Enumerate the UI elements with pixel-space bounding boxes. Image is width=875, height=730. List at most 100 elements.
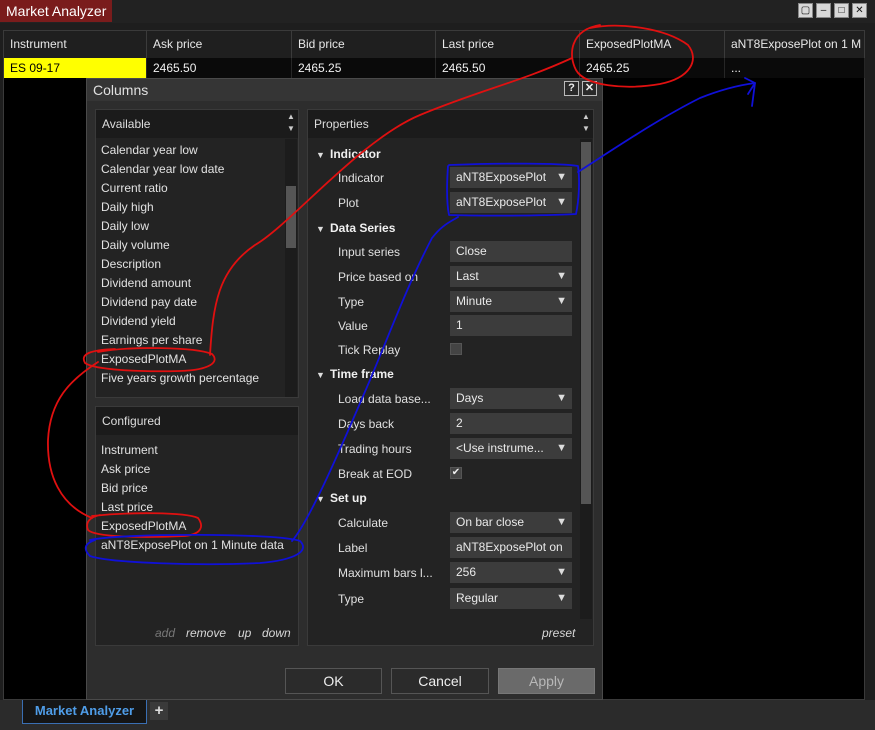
collapse-triangle-icon[interactable]: ▼ xyxy=(316,219,330,239)
chevron-down-icon: ▼ xyxy=(556,295,567,307)
available-item[interactable]: Description xyxy=(101,255,161,274)
maximum-bars-select[interactable]: 256 ▼ xyxy=(450,562,572,583)
available-header: Available xyxy=(96,110,298,138)
trading-hours-select[interactable]: <Use instrume... ▼ xyxy=(450,438,572,459)
column-header-instrument[interactable]: Instrument xyxy=(4,31,147,58)
prop-label-break-eod: Break at EOD xyxy=(338,467,413,481)
section-title: Set up xyxy=(330,491,367,505)
available-scrollbar[interactable] xyxy=(285,139,297,397)
cancel-button[interactable]: Cancel xyxy=(391,668,489,694)
days-back-field[interactable]: 2 xyxy=(450,413,572,434)
column-header-ask[interactable]: Ask price xyxy=(147,31,292,58)
column-header-ant8exposeplot[interactable]: aNT8ExposePlot on 1 M xyxy=(725,31,865,58)
available-item[interactable]: Current ratio xyxy=(101,179,168,198)
collapse-triangle-icon[interactable]: ▼ xyxy=(316,489,330,509)
column-header-exposedplotma[interactable]: ExposedPlotMA xyxy=(580,31,725,58)
available-item[interactable]: Dividend amount xyxy=(101,274,191,293)
section-indicator[interactable]: ▼ Indicator xyxy=(316,144,381,164)
section-set-up[interactable]: ▼ Set up xyxy=(316,488,367,508)
close-button[interactable]: ✕ xyxy=(852,3,867,18)
scroll-up-icon[interactable]: ▲ xyxy=(285,112,297,122)
cell-ask[interactable]: 2465.50 xyxy=(147,58,292,78)
input-series-field[interactable]: Close xyxy=(450,241,572,262)
column-header-last[interactable]: Last price xyxy=(436,31,580,58)
available-item-exposedplotma[interactable]: ExposedPlotMA xyxy=(101,350,186,369)
tab-market-analyzer[interactable]: Market Analyzer xyxy=(22,700,147,724)
tick-replay-checkbox[interactable] xyxy=(450,343,462,355)
prop-label-label: Label xyxy=(338,541,368,555)
add-tab-button[interactable]: + xyxy=(150,702,168,720)
title-bar xyxy=(0,0,875,23)
price-based-on-value: Last xyxy=(456,269,479,283)
column-header-bid[interactable]: Bid price xyxy=(292,31,436,58)
minimize-button[interactable]: – xyxy=(816,3,831,18)
indicator-select[interactable]: aNT8ExposePlot ▼ xyxy=(450,167,572,188)
props-scroll-down-icon[interactable]: ▼ xyxy=(580,124,592,134)
setup-type-value: Regular xyxy=(456,591,499,605)
help-button[interactable]: ? xyxy=(564,81,579,96)
section-title: Time frame xyxy=(330,367,394,381)
load-data-value: Days xyxy=(456,391,484,405)
setup-type-select[interactable]: Regular ▼ xyxy=(450,588,572,609)
section-time-frame[interactable]: ▼ Time frame xyxy=(316,364,394,384)
dialog-title: Columns xyxy=(87,79,602,101)
available-item[interactable]: Daily volume xyxy=(101,236,170,255)
cell-last[interactable]: 2465.50 xyxy=(436,58,580,78)
chevron-down-icon: ▼ xyxy=(556,171,567,183)
plot-select[interactable]: aNT8ExposePlot ▼ xyxy=(450,192,572,213)
configured-item[interactable]: Last price xyxy=(101,498,153,517)
cell-exposedplotma[interactable]: 2465.25 xyxy=(580,58,725,78)
break-eod-checkbox[interactable]: ✔ xyxy=(450,467,462,479)
configured-item-exposedplotma[interactable]: ExposedPlotMA xyxy=(101,517,186,536)
available-item[interactable]: Dividend pay date xyxy=(101,293,197,312)
chevron-down-icon: ▼ xyxy=(556,442,567,454)
available-item[interactable]: Daily low xyxy=(101,217,149,236)
trading-hours-value: <Use instrume... xyxy=(456,441,544,455)
calculate-select[interactable]: On bar close ▼ xyxy=(450,512,572,533)
available-item[interactable]: Calendar year low xyxy=(101,141,198,160)
up-link[interactable]: up xyxy=(238,626,251,640)
available-item[interactable]: Dividend yield xyxy=(101,312,176,331)
price-based-on-select[interactable]: Last ▼ xyxy=(450,266,572,287)
scroll-down-icon[interactable]: ▼ xyxy=(285,124,297,134)
available-item[interactable]: Five years growth percentage xyxy=(101,369,259,388)
down-link[interactable]: down xyxy=(262,626,291,640)
properties-scroll-thumb[interactable] xyxy=(581,142,591,504)
prop-label-plot: Plot xyxy=(338,196,359,210)
cell-ant8exposeplot[interactable]: ... xyxy=(725,58,865,78)
restore-icon[interactable]: ▢ xyxy=(798,3,813,18)
series-value-field[interactable]: 1 xyxy=(450,315,572,336)
collapse-triangle-icon[interactable]: ▼ xyxy=(316,365,330,385)
remove-link[interactable]: remove xyxy=(186,626,226,640)
configured-item[interactable]: Instrument xyxy=(101,441,158,460)
configured-item[interactable]: Bid price xyxy=(101,479,148,498)
series-type-select[interactable]: Minute ▼ xyxy=(450,291,572,312)
available-item[interactable]: Earnings per share xyxy=(101,331,202,350)
maximize-button[interactable]: □ xyxy=(834,3,849,18)
available-item[interactable]: Calendar year low date xyxy=(101,160,224,179)
configured-item-ant8exposeplot[interactable]: aNT8ExposePlot on 1 Minute data xyxy=(101,536,284,555)
prop-label-trading-hours: Trading hours xyxy=(338,442,412,456)
props-scroll-up-icon[interactable]: ▲ xyxy=(580,112,592,122)
add-link[interactable]: add xyxy=(155,626,175,640)
prop-label-load-data: Load data base... xyxy=(338,392,431,406)
configured-item[interactable]: Ask price xyxy=(101,460,150,479)
cell-instrument[interactable]: ES 09-17 xyxy=(4,58,147,78)
prop-label-type: Type xyxy=(338,295,365,309)
available-scroll-thumb[interactable] xyxy=(286,186,296,248)
available-item[interactable]: Daily high xyxy=(101,198,154,217)
section-data-series[interactable]: ▼ Data Series xyxy=(316,218,395,238)
load-data-select[interactable]: Days ▼ xyxy=(450,388,572,409)
ok-button[interactable]: OK xyxy=(285,668,382,694)
chevron-down-icon: ▼ xyxy=(556,516,567,528)
chevron-down-icon: ▼ xyxy=(556,592,567,604)
cell-bid[interactable]: 2465.25 xyxy=(292,58,436,78)
label-field[interactable]: aNT8ExposePlot on xyxy=(450,537,572,558)
collapse-triangle-icon[interactable]: ▼ xyxy=(316,145,330,165)
prop-label-indicator: Indicator xyxy=(338,171,385,185)
apply-button[interactable]: Apply xyxy=(498,668,595,694)
preset-link[interactable]: preset xyxy=(542,626,575,640)
window-title: Market Analyzer xyxy=(0,0,113,22)
chevron-down-icon: ▼ xyxy=(556,566,567,578)
dialog-close-button[interactable]: ✕ xyxy=(582,81,597,96)
